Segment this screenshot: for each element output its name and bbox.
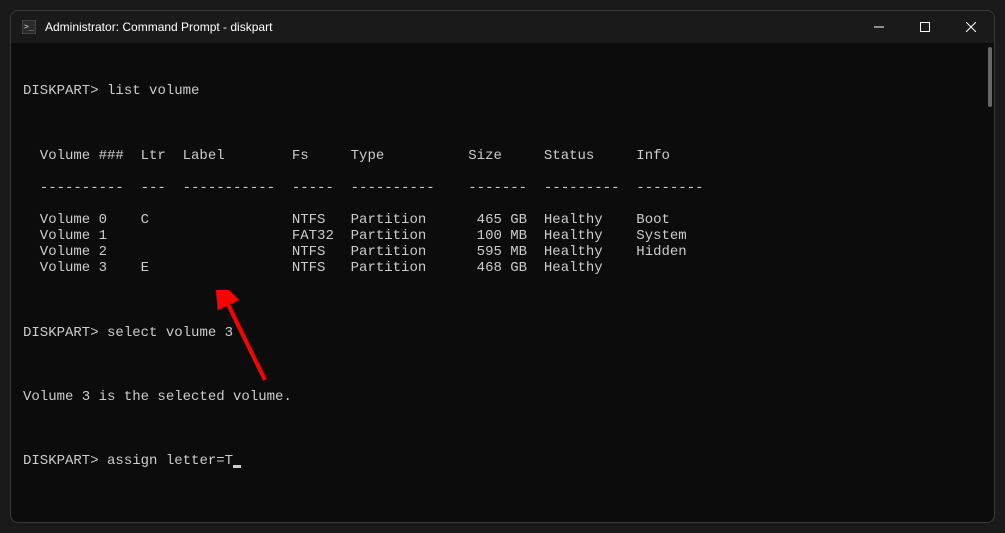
window-title: Administrator: Command Prompt - diskpart (45, 20, 856, 34)
scrollbar[interactable] (988, 47, 992, 107)
command-assign-letter: assign letter=T (107, 453, 233, 469)
window-controls (856, 11, 994, 43)
table-row: Volume 0 C NTFS Partition 465 GB Healthy… (23, 212, 982, 228)
table-row: Volume 2 NTFS Partition 595 MB Healthy H… (23, 244, 982, 260)
cursor (233, 465, 241, 468)
minimize-button[interactable] (856, 11, 902, 43)
prompt: DISKPART> (23, 83, 99, 99)
maximize-button[interactable] (902, 11, 948, 43)
command-prompt-window: >_ Administrator: Command Prompt - diskp… (10, 10, 995, 523)
prompt: DISKPART> (23, 453, 99, 469)
prompt: DISKPART> (23, 325, 99, 341)
svg-text:>_: >_ (24, 22, 34, 31)
command-list-volume: list volume (107, 83, 199, 99)
table-separator: ---------- --- ----------- ----- -------… (23, 180, 982, 196)
close-button[interactable] (948, 11, 994, 43)
command-select-volume: select volume 3 (107, 325, 233, 341)
table-row: Volume 3 E NTFS Partition 468 GB Healthy (23, 260, 982, 276)
titlebar[interactable]: >_ Administrator: Command Prompt - diskp… (11, 11, 994, 43)
terminal-output[interactable]: DISKPART> list volume Volume ### Ltr Lab… (11, 43, 994, 522)
response-selected: Volume 3 is the selected volume. (23, 389, 982, 405)
app-icon: >_ (21, 19, 37, 35)
table-header: Volume ### Ltr Label Fs Type Size Status… (23, 148, 982, 164)
table-row: Volume 1 FAT32 Partition 100 MB Healthy … (23, 228, 982, 244)
